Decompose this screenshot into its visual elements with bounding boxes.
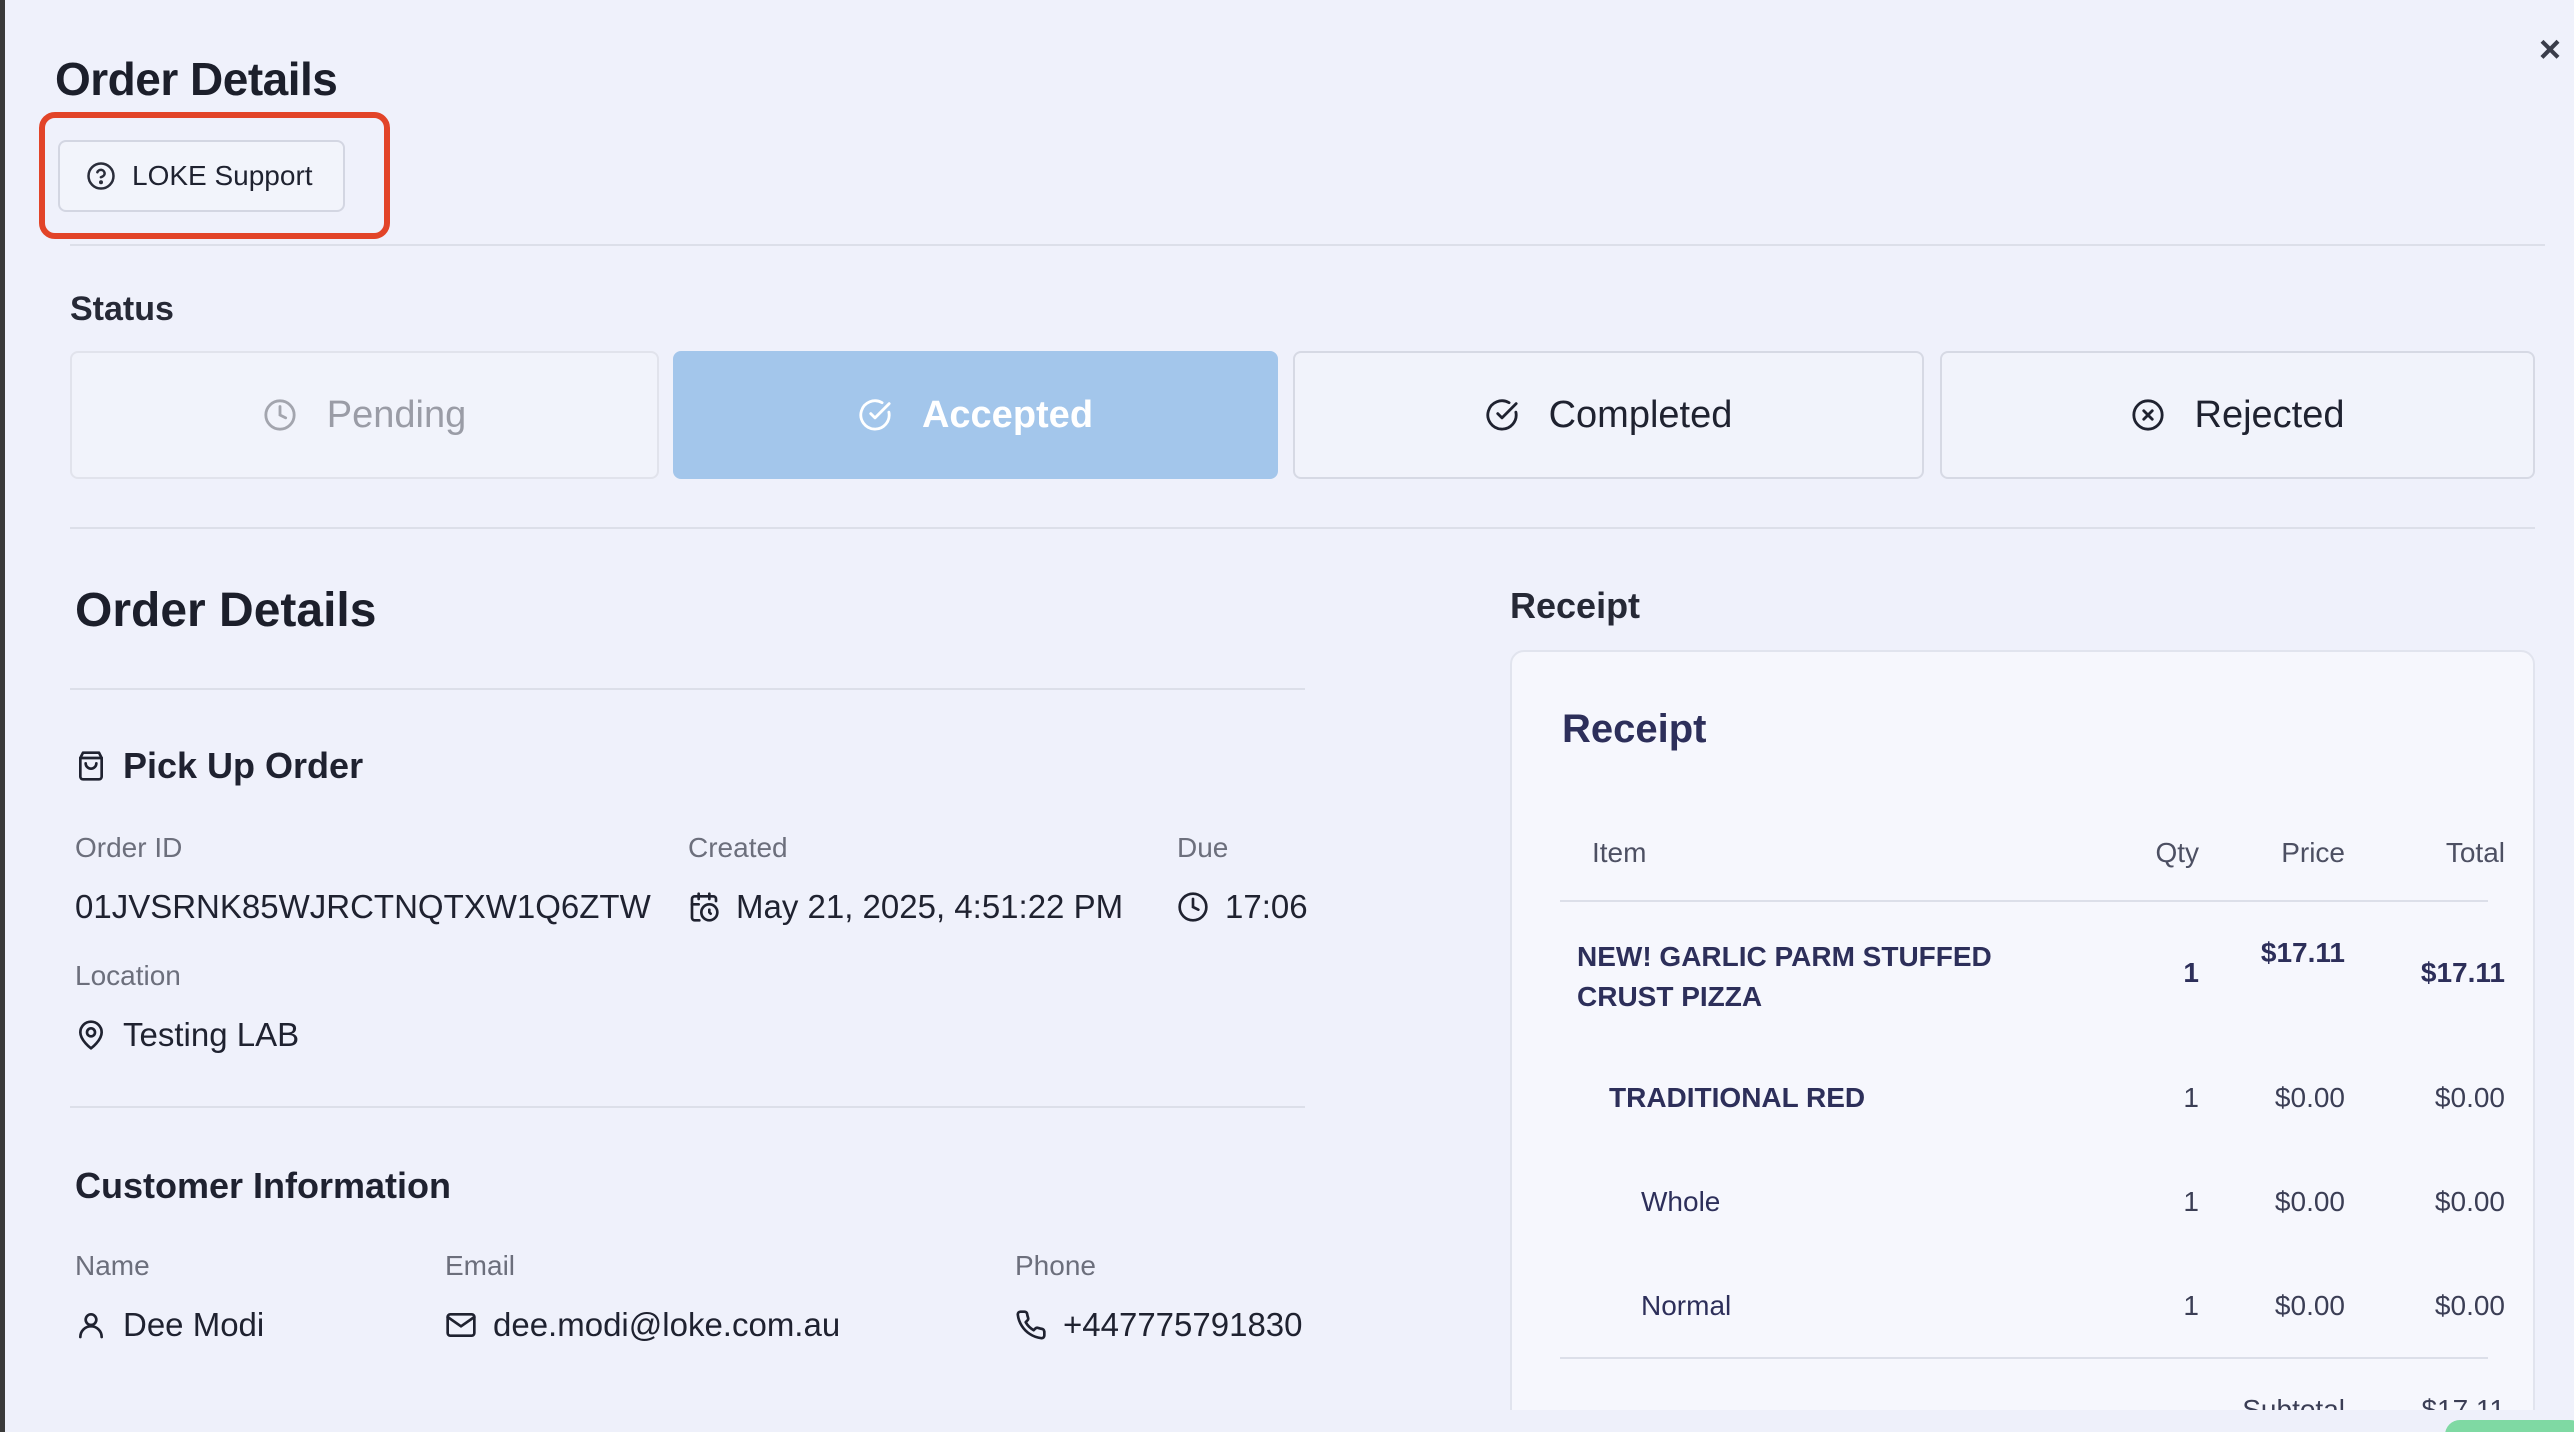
phone-icon bbox=[1016, 1310, 1046, 1340]
location-value: Testing LAB bbox=[75, 1016, 299, 1054]
order-info-divider bbox=[70, 1106, 1305, 1108]
location-name: Testing LAB bbox=[123, 1016, 300, 1053]
receipt-card-title: Receipt bbox=[1562, 707, 1707, 751]
status-accepted-button[interactable]: Accepted bbox=[673, 351, 1278, 479]
check-circle-icon bbox=[1486, 399, 1518, 431]
status-pending-label: Pending bbox=[326, 393, 467, 436]
receipt-section-label: Receipt bbox=[1510, 585, 1641, 626]
header-divider bbox=[70, 244, 2545, 246]
receipt-col-price: Price bbox=[2281, 837, 2345, 868]
customer-email-value: dee.modi@loke.com.au bbox=[445, 1306, 840, 1344]
mail-icon bbox=[446, 1313, 476, 1337]
status-completed-label: Completed bbox=[1548, 393, 1733, 436]
receipt-item-name: Normal bbox=[1641, 1290, 1732, 1321]
created-label: Created bbox=[688, 832, 788, 863]
order-details-modal: × Order Details LOKE Support Status Pend… bbox=[5, 0, 2574, 1432]
due-time: 17:06 bbox=[1225, 888, 1308, 925]
floating-action-button[interactable] bbox=[2445, 1420, 2574, 1432]
receipt-item-total: $0.00 bbox=[2434, 1186, 2505, 1217]
receipt-col-qty: Qty bbox=[2155, 837, 2199, 868]
shopping-bag-icon bbox=[79, 751, 103, 781]
receipt-item-name: TRADITIONAL RED bbox=[1609, 1082, 1866, 1113]
receipt-item-qty: 1 bbox=[2183, 1290, 2199, 1321]
clock-icon bbox=[264, 399, 296, 431]
created-date: May 21, 2025, 4:51:22 PM bbox=[736, 888, 1124, 925]
order-details-heading: Order Details bbox=[75, 584, 377, 637]
customer-email-label: Email bbox=[445, 1250, 516, 1281]
customer-info-heading: Customer Information bbox=[75, 1165, 452, 1206]
receipt-item-total: $17.11 bbox=[2420, 957, 2505, 988]
receipt-item-name: Whole bbox=[1641, 1186, 1721, 1217]
clock-icon bbox=[1178, 892, 1208, 922]
calendar-clock-icon bbox=[690, 892, 719, 922]
receipt-item-qty: 1 bbox=[2183, 1186, 2199, 1217]
receipt-items-divider bbox=[1560, 1357, 2488, 1359]
status-label: Status bbox=[70, 290, 174, 328]
customer-name-value: Dee Modi bbox=[75, 1306, 264, 1344]
due-label: Due bbox=[1177, 832, 1229, 863]
user-icon bbox=[79, 1313, 103, 1339]
status-pending-button[interactable]: Pending bbox=[70, 351, 659, 479]
customer-name-label: Name bbox=[75, 1250, 150, 1281]
order-id: 01JVSRNK85WJRCTNQTXW1Q6ZTW bbox=[75, 888, 651, 925]
status-completed-button[interactable]: Completed bbox=[1293, 351, 1924, 479]
pick-up-order-heading: Pick Up Order bbox=[75, 745, 363, 787]
customer-email[interactable]: dee.modi@loke.com.au bbox=[493, 1306, 840, 1344]
x-circle-icon bbox=[2131, 399, 2164, 431]
status-divider bbox=[70, 527, 2535, 529]
receipt-item-price: $0.00 bbox=[2274, 1082, 2345, 1113]
item-name-line: NEW! GARLIC PARM STUFFED bbox=[1577, 941, 1992, 972]
loke-support-button[interactable]: LOKE Support bbox=[58, 140, 345, 212]
status-rejected-label: Rejected bbox=[2194, 393, 2345, 436]
check-circle-icon bbox=[859, 399, 891, 431]
receipt-item-total: $0.00 bbox=[2434, 1082, 2505, 1113]
due-value: 17:06 bbox=[1177, 888, 1308, 926]
receipt-item-price: $0.00 bbox=[2274, 1290, 2345, 1321]
order-id-label: Order ID bbox=[75, 832, 183, 863]
close-button[interactable]: × bbox=[2535, 30, 2565, 70]
created-value: May 21, 2025, 4:51:22 PM bbox=[688, 888, 1123, 926]
modal-title: Order Details bbox=[55, 53, 338, 105]
customer-phone-value: +447775791830 bbox=[1015, 1306, 1303, 1344]
receipt-item-qty: 1 bbox=[2183, 1082, 2199, 1113]
order-type: Pick Up Order bbox=[123, 745, 364, 786]
item-name-line: CRUST PIZZA bbox=[1577, 981, 1763, 1012]
receipt-col-total: Total bbox=[2445, 837, 2505, 868]
customer-name: Dee Modi bbox=[123, 1306, 265, 1343]
status-rejected-button[interactable]: Rejected bbox=[1940, 351, 2535, 479]
receipt-item-qty: 1 bbox=[2183, 957, 2199, 988]
receipt-item-price: $0.00 bbox=[2274, 1186, 2345, 1217]
receipt-card: Receipt Item Qty Price Total NEW! GARLIC… bbox=[1510, 650, 2535, 1432]
map-pin-icon bbox=[79, 1020, 103, 1050]
support-button-label: LOKE Support bbox=[132, 160, 313, 191]
order-id-value: 01JVSRNK85WJRCTNQTXW1Q6ZTW bbox=[75, 888, 651, 926]
customer-phone-label: Phone bbox=[1015, 1250, 1096, 1281]
scroll-fade bbox=[5, 1410, 2574, 1432]
location-label: Location bbox=[75, 960, 181, 991]
receipt-item-name: NEW! GARLIC PARM STUFFED CRUST PIZZA bbox=[1577, 937, 1992, 1017]
receipt-header-divider bbox=[1560, 900, 2488, 902]
receipt-col-item: Item bbox=[1592, 837, 1647, 868]
receipt-item-total: $0.00 bbox=[2434, 1290, 2505, 1321]
receipt-item-price: $17.11 bbox=[2260, 937, 2345, 968]
help-circle-icon bbox=[87, 162, 115, 190]
order-heading-divider bbox=[70, 688, 1305, 690]
status-accepted-label: Accepted bbox=[921, 393, 1094, 436]
customer-phone[interactable]: +447775791830 bbox=[1063, 1306, 1303, 1344]
